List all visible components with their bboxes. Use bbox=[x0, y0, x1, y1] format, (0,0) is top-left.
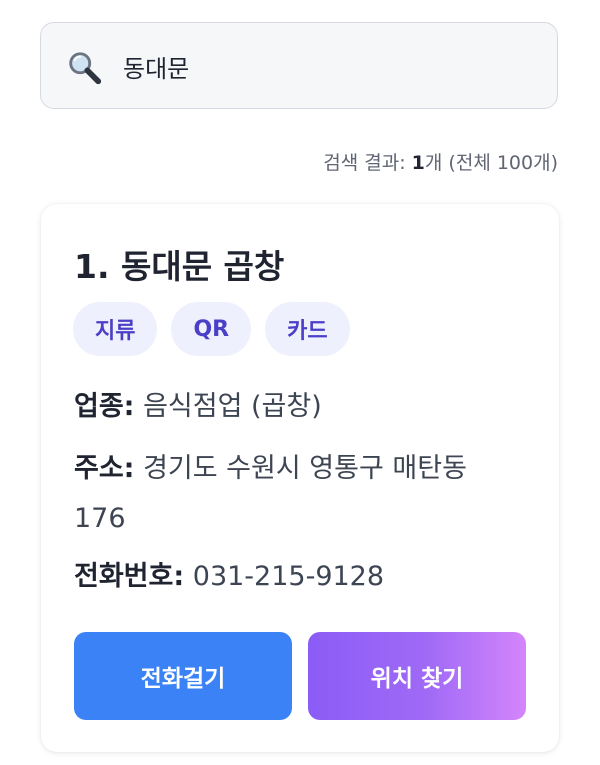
call-button[interactable]: 전화걸기 bbox=[74, 632, 292, 720]
search-input[interactable] bbox=[123, 45, 523, 87]
tag-card: 카드 bbox=[265, 302, 350, 356]
results-prefix: 검색 결과: bbox=[323, 152, 412, 174]
category-row: 업종: 음식점업 (곱창) bbox=[74, 382, 524, 432]
address-row: 주소: 경기도 수원시 영통구 매탄동 176 bbox=[74, 444, 524, 544]
tag-qr: QR bbox=[171, 302, 252, 356]
phone-label: 전화번호: bbox=[74, 561, 185, 592]
phone-value: 031-215-9128 bbox=[192, 561, 385, 592]
search-icon bbox=[69, 52, 102, 85]
result-card: 1. 동대문 곱창 지류 QR 카드 업종: 음식점업 (곱창) 주소: 경기도… bbox=[41, 204, 559, 752]
payment-tags: 지류 QR 카드 bbox=[73, 302, 350, 356]
tag-paper: 지류 bbox=[73, 302, 158, 356]
search-bar[interactable] bbox=[40, 22, 558, 109]
results-count: 검색 결과: 1개 (전체 100개) bbox=[323, 148, 558, 175]
category-label: 업종: bbox=[74, 391, 135, 422]
address-label: 주소: bbox=[74, 453, 135, 484]
store-name: 1. 동대문 곱창 bbox=[74, 247, 285, 286]
phone-row: 전화번호: 031-215-9128 bbox=[74, 552, 524, 602]
results-suffix: 개 (전체 100개) bbox=[424, 152, 558, 174]
category-value: 음식점업 (곱창) bbox=[143, 391, 322, 422]
find-location-button[interactable]: 위치 찾기 bbox=[308, 632, 526, 720]
results-number: 1 bbox=[411, 152, 425, 174]
